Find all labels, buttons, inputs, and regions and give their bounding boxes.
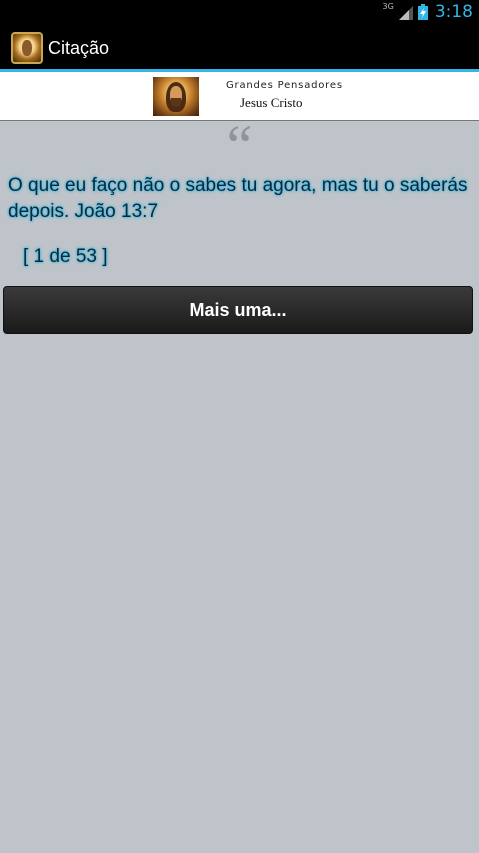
- banner-title: Jesus Cristo: [240, 95, 303, 110]
- action-bar: Citação: [0, 24, 479, 72]
- banner-subtitle: Grandes Pensadores: [226, 80, 343, 91]
- network-type: 3G: [382, 1, 394, 11]
- status-icons: 3G 3:18: [383, 0, 473, 24]
- clock: 3:18: [434, 2, 473, 22]
- status-bar: 3G 3:18: [0, 0, 479, 24]
- quote-text: O que eu faço não o sabes tu agora, mas …: [8, 175, 468, 222]
- app-icon[interactable]: [11, 32, 43, 64]
- app-title: Citação: [48, 37, 110, 58]
- jesus-portrait-image: [153, 77, 199, 116]
- battery-charging-icon: [417, 4, 428, 20]
- quote-mark-icon: “: [226, 113, 253, 178]
- quote-counter: [ 1 de 53 ]: [23, 246, 108, 267]
- signal-icon: [398, 6, 413, 20]
- more-quote-button[interactable]: Mais uma...: [3, 286, 473, 334]
